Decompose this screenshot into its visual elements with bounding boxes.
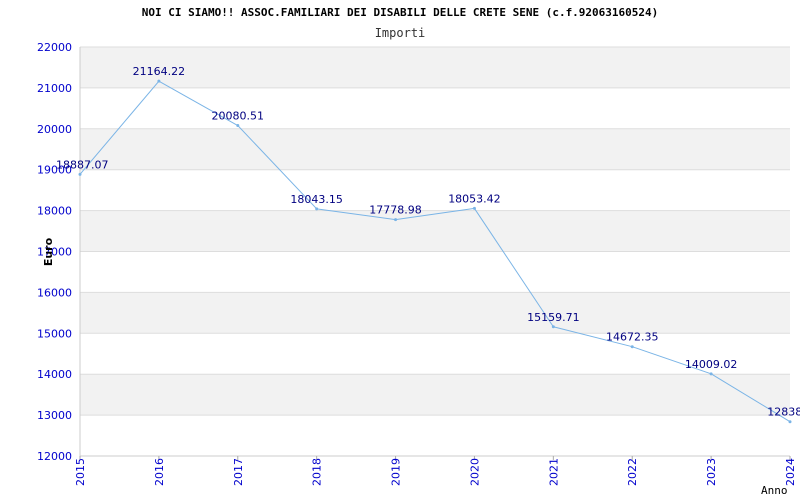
data-point	[394, 218, 398, 222]
plot-band	[80, 128, 790, 170]
y-tick-label: 16000	[37, 286, 72, 299]
x-tick-label: 2022	[626, 458, 639, 486]
data-point	[315, 207, 319, 211]
data-label: 17778.98	[369, 204, 422, 217]
y-tick-label: 20000	[37, 123, 72, 136]
x-tick-label: 2024	[784, 458, 797, 486]
data-label: 21164.22	[133, 65, 186, 78]
plot-band	[80, 87, 790, 129]
data-point	[157, 79, 161, 83]
y-tick-label: 15000	[37, 327, 72, 340]
plot-band	[80, 374, 790, 416]
data-label: 14672.35	[606, 331, 659, 344]
data-label: 18043.15	[290, 193, 343, 206]
data-point	[709, 372, 713, 376]
line-chart: 1200013000140001500016000170001800019000…	[37, 41, 800, 497]
x-tick-label: 2020	[468, 458, 481, 486]
data-label: 18053.42	[448, 192, 501, 205]
data-label: 18887.07	[56, 158, 109, 171]
x-tick-label: 2017	[232, 458, 245, 486]
data-point	[630, 345, 634, 349]
y-tick-label: 21000	[37, 82, 72, 95]
x-tick-label: 2023	[705, 458, 718, 486]
plot-band	[80, 415, 790, 456]
data-label: 12838.5	[767, 406, 800, 419]
plot-band	[80, 210, 790, 252]
data-point	[788, 420, 792, 424]
x-tick-label: 2018	[311, 458, 324, 486]
y-axis-label: Euro	[42, 237, 55, 266]
x-tick-label: 2021	[547, 458, 560, 486]
y-tick-label: 12000	[37, 450, 72, 463]
y-tick-label: 14000	[37, 368, 72, 381]
data-point	[236, 124, 240, 128]
x-tick-labels: 2015 2016 2017 2018 2019 2020 2021 2022 2023 2024	[74, 458, 797, 486]
plot-band	[80, 333, 790, 375]
data-label: 20080.51	[212, 110, 265, 123]
data-label: 14009.02	[685, 358, 738, 371]
y-tick-label: 22000	[37, 41, 72, 54]
plot-band	[80, 169, 790, 211]
x-axis-label: Anno	[761, 484, 788, 497]
data-point	[472, 206, 476, 210]
x-tick-label: 2015	[74, 458, 87, 486]
y-tick-label: 13000	[37, 409, 72, 422]
data-point	[78, 172, 82, 176]
plot-band	[80, 47, 790, 88]
y-tick-label: 18000	[37, 205, 72, 218]
x-tick-label: 2016	[153, 458, 166, 486]
data-label: 15159.71	[527, 311, 580, 324]
data-point	[551, 325, 555, 329]
plot-band	[80, 251, 790, 293]
x-tick-label: 2019	[390, 458, 403, 486]
plot-band	[80, 292, 790, 334]
